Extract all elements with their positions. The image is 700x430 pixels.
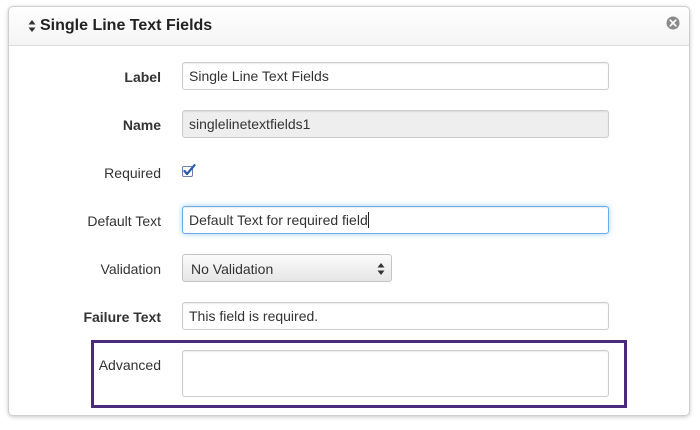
validation-field-label: Validation [100,261,161,277]
validation-select[interactable]: No Validation [182,254,392,282]
advanced-highlight-box [91,340,627,408]
default-text-value: Default Text for required field [189,212,368,228]
required-checkbox[interactable] [182,164,196,178]
name-input [182,110,609,138]
default-text-row: Default Text Default Text for required f… [9,206,689,236]
label-row: Label [9,62,689,92]
validation-row: Validation No Validation [9,254,689,284]
panel-title: Single Line Text Fields [40,17,213,34]
label-input[interactable] [182,62,609,90]
name-field-label: Name [122,117,161,133]
label-field-label: Label [124,69,161,85]
required-field-label: Required [104,165,161,181]
name-row: Name [9,110,689,140]
validation-selected-value: No Validation [191,261,274,277]
circle-close-icon[interactable] [666,16,680,30]
sort-updown-icon[interactable] [28,19,36,33]
failure-text-input[interactable] [182,302,609,330]
failure-text-field-label: Failure Text [83,309,161,325]
default-text-input[interactable]: Default Text for required field [182,206,609,234]
panel-header: Single Line Text Fields [9,7,689,46]
required-row: Required [9,158,689,188]
text-caret [367,212,369,228]
default-text-field-label: Default Text [87,213,161,229]
select-updown-arrows-icon [377,263,385,275]
failure-text-row: Failure Text [9,302,689,332]
